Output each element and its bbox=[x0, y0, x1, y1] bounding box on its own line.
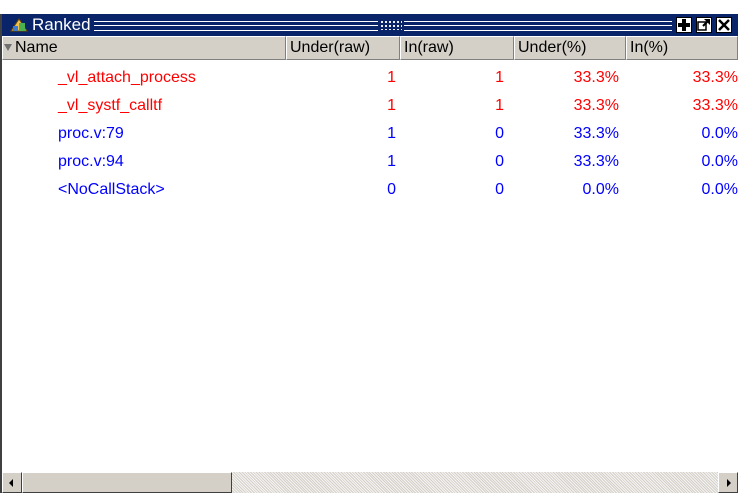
column-header-name-label: Name bbox=[15, 39, 58, 56]
scrollbar-thumb[interactable] bbox=[22, 472, 232, 493]
column-header-in-pct-label: In(%) bbox=[630, 39, 669, 56]
cell-in-pct: 33.3% bbox=[692, 69, 738, 86]
cell-under-pct: 33.3% bbox=[573, 69, 619, 86]
list-item[interactable]: proc.v:94 1 0 33.3% 0.0% bbox=[2, 148, 738, 176]
window-title: Ranked bbox=[32, 15, 91, 34]
cell-under-pct: 33.3% bbox=[573, 125, 619, 142]
scroll-left-arrow-icon bbox=[9, 479, 13, 487]
cell-name: <NoCallStack> bbox=[58, 181, 165, 198]
cell-under-pct: 33.3% bbox=[573, 153, 619, 170]
cell-under-pct: 33.3% bbox=[573, 97, 619, 114]
column-header-row: Name Under(raw) In(raw) Under(%) In(%) bbox=[2, 36, 738, 60]
cell-in-pct: 0.0% bbox=[701, 125, 738, 142]
cell-name: _vl_attach_process bbox=[58, 69, 196, 86]
scroll-right-button[interactable] bbox=[718, 472, 738, 493]
cell-in-raw: 1 bbox=[495, 69, 504, 86]
list-item[interactable]: _vl_systf_calltf 1 1 33.3% 33.3% bbox=[2, 92, 738, 120]
list-item[interactable]: proc.v:79 1 0 33.3% 0.0% bbox=[2, 120, 738, 148]
scroll-left-button[interactable] bbox=[2, 472, 22, 493]
cell-under-raw: 1 bbox=[387, 69, 396, 86]
titlebar-grip-handle[interactable] bbox=[380, 20, 402, 30]
close-icon[interactable] bbox=[716, 17, 732, 33]
plus-icon[interactable] bbox=[676, 17, 692, 33]
column-header-in-raw-label: In(raw) bbox=[404, 39, 454, 56]
column-header-under-pct-label: Under(%) bbox=[518, 39, 587, 56]
list-item[interactable]: <NoCallStack> 0 0 0.0% 0.0% bbox=[2, 176, 738, 204]
cell-in-raw: 0 bbox=[495, 125, 504, 142]
titlebar-grip-left bbox=[94, 21, 378, 31]
window-titlebar[interactable]: Ranked bbox=[2, 14, 738, 36]
cell-in-raw: 0 bbox=[495, 153, 504, 170]
ranked-app-icon bbox=[10, 17, 28, 33]
cell-name: proc.v:94 bbox=[58, 153, 124, 170]
column-header-under-raw[interactable]: Under(raw) bbox=[286, 36, 400, 60]
undock-icon[interactable] bbox=[696, 17, 712, 33]
list-item[interactable]: _vl_attach_process 1 1 33.3% 33.3% bbox=[2, 64, 738, 92]
clipped-heading-fragment bbox=[0, 0, 738, 14]
cell-name: proc.v:79 bbox=[58, 125, 124, 142]
cell-in-raw: 1 bbox=[495, 97, 504, 114]
horizontal-scrollbar[interactable] bbox=[2, 472, 738, 493]
cell-under-raw: 1 bbox=[387, 125, 396, 142]
column-header-in-pct[interactable]: In(%) bbox=[626, 36, 738, 60]
scroll-right-arrow-icon bbox=[727, 479, 731, 487]
column-header-name[interactable]: Name bbox=[2, 36, 286, 60]
cell-under-raw: 0 bbox=[387, 181, 396, 198]
ranked-window: Ranked Name Under(raw) In(raw) Under(%) … bbox=[0, 14, 738, 493]
cell-in-pct: 33.3% bbox=[692, 97, 738, 114]
column-header-under-pct[interactable]: Under(%) bbox=[514, 36, 626, 60]
cell-in-pct: 0.0% bbox=[701, 153, 738, 170]
column-header-in-raw[interactable]: In(raw) bbox=[400, 36, 514, 60]
cell-under-raw: 1 bbox=[387, 97, 396, 114]
ranked-list[interactable]: _vl_attach_process 1 1 33.3% 33.3% _vl_s… bbox=[2, 60, 738, 472]
cell-under-raw: 1 bbox=[387, 153, 396, 170]
cell-in-raw: 0 bbox=[495, 181, 504, 198]
cell-in-pct: 0.0% bbox=[701, 181, 738, 198]
column-header-under-raw-label: Under(raw) bbox=[290, 39, 371, 56]
titlebar-grip-right bbox=[404, 21, 672, 31]
cell-under-pct: 0.0% bbox=[582, 181, 619, 198]
sort-down-icon[interactable] bbox=[4, 44, 12, 51]
cell-name: _vl_systf_calltf bbox=[58, 97, 163, 114]
